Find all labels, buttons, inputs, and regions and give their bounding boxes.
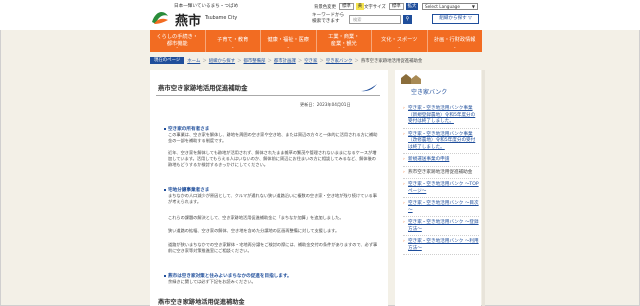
breadcrumb-link[interactable]: 組織から探す bbox=[209, 58, 235, 64]
city-logo[interactable] bbox=[150, 8, 170, 26]
paragraph: この事業は、空き家を解体し、跡地を周囲の空き家や空き地、または周辺の方々と一体的… bbox=[168, 132, 378, 143]
sidebar-link[interactable]: 新規運送事業の申請 bbox=[403, 157, 479, 167]
font-size-label: 文字サイズ bbox=[364, 4, 386, 10]
chevron-down-icon: ⌄ bbox=[175, 45, 179, 49]
nav-item-label: 計画・行財政情報 bbox=[433, 37, 476, 43]
city-name[interactable]: 燕市 bbox=[175, 10, 201, 29]
bg-yellow-button[interactable]: 黄 bbox=[355, 3, 365, 10]
nav-item-living[interactable]: くらしの手続き・ 都市機能 ⌄ bbox=[150, 30, 206, 52]
sidebar-link-current: 燕市空き家跡地活用促進補助金 bbox=[403, 170, 479, 179]
breadcrumb-separator: ＞ bbox=[237, 58, 242, 64]
font-size-controls: 文字サイズ 標準 拡大 bbox=[364, 3, 419, 10]
breadcrumb-separator: ＞ bbox=[297, 58, 303, 64]
updated-date: 更新日：2023年04月01日 bbox=[300, 102, 351, 107]
breadcrumb-link[interactable]: 都市整備部 bbox=[243, 58, 265, 64]
sidebar-link[interactable]: 空き家・空き地活用バンク ～TOPページ～ bbox=[403, 182, 479, 198]
font-standard-button[interactable]: 標準 bbox=[388, 3, 404, 10]
breadcrumb-current: 燕市空き家跡地活用促進補助金 bbox=[360, 58, 423, 64]
nav-item-planning[interactable]: 計画・行財政情報 ⌄ bbox=[428, 30, 483, 52]
breadcrumb-label: 現在のページ bbox=[150, 57, 185, 64]
scrollbar[interactable] bbox=[482, 70, 485, 306]
city-name-en: Tsubame City bbox=[205, 16, 238, 21]
search-input[interactable]: 検索 bbox=[349, 15, 401, 24]
section-title: 燕市空き家跡地活用促進補助金 bbox=[156, 297, 380, 306]
bg-standard-button[interactable]: 標準 bbox=[338, 3, 354, 10]
sidebar: 空き家バンク 空き家・空き地活用バンク事業（新規登録農地）令和5年度分の受付は終… bbox=[395, 70, 481, 306]
search-icon: ⚲ bbox=[405, 16, 410, 22]
swallow-icon bbox=[361, 84, 377, 92]
language-select[interactable]: Select Language ▼ bbox=[422, 3, 478, 10]
org-search-label: 組織から探す bbox=[439, 16, 467, 21]
breadcrumb-separator: ＞ bbox=[354, 58, 359, 64]
org-search-button[interactable]: 組織から探す ▽ bbox=[432, 14, 479, 24]
paragraph: まちなかの人口減少が原因として、クルマが通れない狭い道路沿いに複数の空き家・空き… bbox=[168, 193, 377, 204]
paragraph: これらの課題の解決として、空き家跡地活用促進補助金に「まちなか加算」を追加しまし… bbox=[168, 215, 344, 220]
sidebar-link[interactable]: 空き家・空き地活用バンク事業（新規登録農地）令和5年度分の受付は終了しました。 bbox=[403, 106, 479, 129]
sidebar-link[interactable]: 空き家・空き地活用バンク ～利用方法～ bbox=[403, 239, 479, 255]
bg-color-label: 背景色変更 bbox=[314, 4, 336, 10]
breadcrumb-link[interactable]: 空き家 bbox=[304, 58, 317, 64]
sidebar-link[interactable]: 空き家・空き地活用バンク ～登録方法～ bbox=[403, 220, 479, 236]
main-content: 燕市空き家跡地活用促進補助金 更新日：2023年04月01日 空き家の所有者さま… bbox=[150, 70, 388, 306]
nav-item-culture[interactable]: 文化・スポーツ ⌄ bbox=[372, 30, 428, 52]
breadcrumb-separator: ＞ bbox=[202, 58, 207, 64]
house-icon bbox=[401, 74, 421, 84]
nav-item-industry[interactable]: 工業・商業・ 産業・観光 ⌄ bbox=[317, 30, 372, 52]
breadcrumb-separator: ＞ bbox=[319, 58, 324, 64]
chevron-down-icon: ▼ bbox=[471, 4, 475, 9]
chevron-down-icon: ⌄ bbox=[342, 45, 346, 49]
breadcrumb-link[interactable]: ホーム bbox=[187, 58, 200, 64]
sidebar-title: 空き家バンク bbox=[411, 89, 448, 96]
nav-item-childcare[interactable]: 子育て・教育 ⌄ bbox=[206, 30, 261, 52]
sidebar-link[interactable]: 空き家・空き地活用バンク事業（改修農地）令和5年度分の受付は終了しました。 bbox=[403, 132, 479, 154]
breadcrumb-link[interactable]: 都市計画課 bbox=[274, 58, 296, 64]
page-title: 燕市空き家跡地活用促進補助金 bbox=[158, 84, 248, 92]
font-large-button[interactable]: 拡大 bbox=[405, 3, 419, 10]
nav-item-label: 子育て・教育 bbox=[217, 37, 249, 43]
nav-item-label: 文化・スポーツ bbox=[381, 37, 418, 43]
sidebar-link[interactable]: 空き家・空き地活用バンク ～目次～ bbox=[403, 201, 479, 217]
chevron-down-icon: ⌄ bbox=[397, 45, 401, 49]
paragraph: 道路が狭いまちなかでの空き家解体・宅地再分譲をご検討の際には、補助金交付の条件が… bbox=[168, 242, 378, 253]
sidebar-link-list: 空き家・空き地活用バンク事業（新規登録農地）令和5年度分の受付は終了しました。 … bbox=[403, 106, 479, 258]
breadcrumb: 現在のページ ホーム＞ 組織から探す＞ 都市整備部＞ 都市計画課＞ 空き家＞ 空… bbox=[150, 57, 482, 64]
site-header: 日本一輝いているまち・つばめ 燕市 Tsubame City 背景色変更 標準 … bbox=[0, 0, 640, 30]
paragraph: 狭い道路の拡幅、空き家の解体、空き地を含めた分譲地の区画再整備に対して支援します… bbox=[168, 228, 340, 233]
nav-item-health[interactable]: 健康・福祉・医療 ⌄ bbox=[261, 30, 317, 52]
chevron-down-icon: ⌄ bbox=[453, 45, 457, 49]
bg-color-controls: 背景色変更 標準 黄 bbox=[314, 3, 365, 10]
city-tagline: 日本一輝いているまち・つばめ bbox=[174, 4, 239, 9]
paragraph: 近年、空き家を解体しても跡地が活用されず、解体されたまま雑草の繁茂や管理されない… bbox=[168, 150, 377, 167]
nav-item-label: 健康・福祉・医療 bbox=[267, 37, 309, 43]
page-title-box: 燕市空き家跡地活用促進補助金 bbox=[156, 82, 380, 96]
chevron-down-icon: ⌄ bbox=[231, 45, 235, 49]
search-button[interactable]: ⚲ bbox=[403, 15, 412, 24]
language-select-value: Select Language bbox=[425, 4, 460, 9]
keyword-search-label: キーワードから 検索できます bbox=[312, 13, 345, 24]
chevron-down-icon: ⌄ bbox=[286, 45, 290, 49]
breadcrumb-link[interactable]: 空き家バンク bbox=[326, 58, 353, 64]
breadcrumb-separator: ＞ bbox=[267, 58, 272, 64]
paragraph: 余緑きに関しては必ず下記をお読みください。 bbox=[168, 279, 256, 284]
global-nav: くらしの手続き・ 都市機能 ⌄ 子育て・教育 ⌄ 健康・福祉・医療 ⌄ 工業・商業・ … bbox=[150, 30, 482, 52]
sidebar-header: 空き家バンク bbox=[395, 70, 481, 98]
